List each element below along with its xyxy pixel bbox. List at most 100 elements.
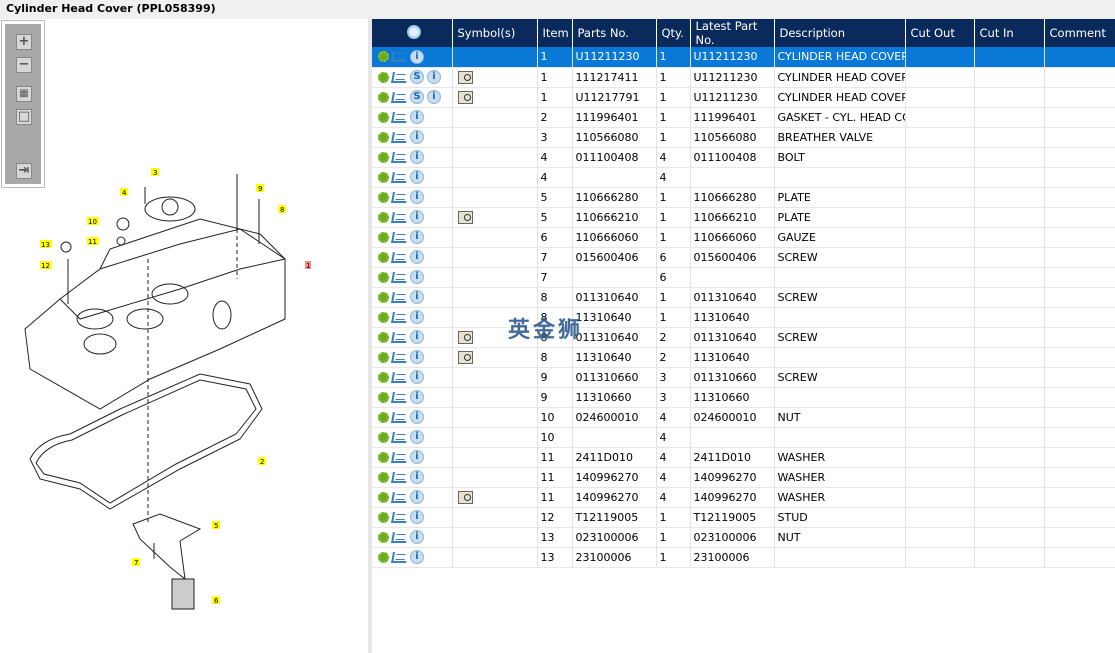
table-row[interactable]: i 7 6 xyxy=(372,267,1115,288)
info-icon[interactable]: i xyxy=(427,90,441,104)
gear-icon[interactable] xyxy=(378,551,389,563)
column-header-cut-in[interactable]: Cut In xyxy=(974,19,1045,47)
info-icon[interactable]: i xyxy=(410,270,424,284)
substitute-icon[interactable]: S xyxy=(410,90,424,104)
book-search-icon[interactable] xyxy=(457,90,473,104)
cart-icon[interactable] xyxy=(391,91,408,103)
info-icon[interactable]: i xyxy=(410,330,424,344)
gear-icon[interactable] xyxy=(378,231,389,243)
table-row[interactable]: i 4 011100408 4 011100408 BOLT xyxy=(372,147,1115,168)
info-icon[interactable]: i xyxy=(410,550,424,564)
cart-icon[interactable] xyxy=(391,171,408,183)
cart-icon[interactable] xyxy=(391,431,408,443)
book-search-icon[interactable] xyxy=(457,330,473,344)
info-icon[interactable]: i xyxy=(410,370,424,384)
info-icon[interactable]: i xyxy=(410,410,424,424)
cart-icon[interactable] xyxy=(391,351,408,363)
info-icon[interactable]: i xyxy=(410,290,424,304)
table-row[interactable]: i 1 U11211230 1 U11211230 CYLINDER HEAD CO… xyxy=(372,47,1115,68)
info-icon[interactable]: i xyxy=(410,230,424,244)
gear-icon[interactable] xyxy=(378,111,389,123)
table-row[interactable]: i 13 23100006 1 23100006 xyxy=(372,547,1115,568)
info-icon[interactable]: i xyxy=(410,150,424,164)
gear-icon[interactable] xyxy=(378,431,389,443)
info-icon[interactable]: i xyxy=(410,130,424,144)
diagram-panel[interactable]: + − ▦ □ ⇥ 3 4 9 8 10 11 13 12 1 2 5 7 6 xyxy=(0,19,368,653)
table-row[interactable]: i 8 011310640 1 011310640 SCREW xyxy=(372,287,1115,308)
cart-icon[interactable] xyxy=(391,211,408,223)
gear-icon[interactable] xyxy=(378,131,389,143)
table-row[interactable]: i 4 4 xyxy=(372,167,1115,188)
cart-icon[interactable] xyxy=(391,311,408,323)
cart-icon[interactable] xyxy=(391,271,408,283)
cart-icon[interactable] xyxy=(391,471,408,483)
table-row[interactable]: i 9 011310660 3 011310660 SCREW xyxy=(372,367,1115,388)
table-row[interactable]: i 9 11310660 3 11310660 xyxy=(372,387,1115,408)
gear-icon[interactable] xyxy=(378,371,389,383)
gear-icon[interactable] xyxy=(378,331,389,343)
info-icon[interactable]: i xyxy=(427,70,441,84)
table-row[interactable]: i 11 2411D010 4 2411D010 WASHER xyxy=(372,447,1115,468)
info-icon[interactable]: i xyxy=(410,250,424,264)
table-row[interactable]: i 7 015600406 6 015600406 SCREW xyxy=(372,247,1115,268)
gear-icon[interactable] xyxy=(378,451,389,463)
cart-icon[interactable] xyxy=(391,71,408,83)
gear-icon[interactable] xyxy=(378,511,389,523)
table-row[interactable]: i 12 T12119005 1 T12119005 STUD xyxy=(372,507,1115,528)
info-icon[interactable]: i xyxy=(410,350,424,364)
gear-icon[interactable] xyxy=(378,171,389,183)
cart-icon[interactable] xyxy=(391,371,408,383)
table-row[interactable]: i 11 140996270 4 140996270 WASHER xyxy=(372,487,1115,508)
cart-icon[interactable] xyxy=(391,531,408,543)
cart-icon[interactable] xyxy=(391,251,408,263)
cart-icon[interactable] xyxy=(391,51,408,63)
table-row[interactable]: i 5 110666280 1 110666280 PLATE xyxy=(372,187,1115,208)
column-header-parts-no[interactable]: Parts No. xyxy=(572,19,657,47)
info-icon[interactable]: i xyxy=(410,390,424,404)
cart-icon[interactable] xyxy=(391,511,408,523)
column-header-icons[interactable] xyxy=(372,19,453,47)
column-header-comment[interactable]: Comment xyxy=(1044,19,1115,47)
substitute-icon[interactable]: S xyxy=(410,70,424,84)
cart-icon[interactable] xyxy=(391,331,408,343)
gear-icon[interactable] xyxy=(378,151,389,163)
cart-icon[interactable] xyxy=(391,191,408,203)
info-icon[interactable]: i xyxy=(410,430,424,444)
gear-icon[interactable] xyxy=(378,471,389,483)
gear-icon[interactable] xyxy=(378,291,389,303)
gear-icon[interactable] xyxy=(378,51,389,63)
column-header-latest-part-no[interactable]: Latest Part No. xyxy=(690,19,775,47)
info-icon[interactable]: i xyxy=(410,210,424,224)
cart-icon[interactable] xyxy=(391,111,408,123)
info-icon[interactable]: i xyxy=(410,110,424,124)
table-row[interactable]: Si 1 111217411 1 U11211230 CYLINDER HEAD C… xyxy=(372,67,1115,88)
gear-icon[interactable] xyxy=(378,71,389,83)
info-icon[interactable]: i xyxy=(410,490,424,504)
gear-icon[interactable] xyxy=(378,191,389,203)
gear-icon[interactable] xyxy=(378,491,389,503)
table-row[interactable]: i 13 023100006 1 023100006 NUT xyxy=(372,527,1115,548)
book-search-icon[interactable] xyxy=(457,490,473,504)
gear-icon[interactable] xyxy=(378,391,389,403)
table-row[interactable]: i 8 11310640 2 11310640 xyxy=(372,347,1115,368)
gear-icon[interactable] xyxy=(378,531,389,543)
info-icon[interactable]: i xyxy=(410,530,424,544)
info-icon[interactable]: i xyxy=(410,510,424,524)
info-icon[interactable]: i xyxy=(410,170,424,184)
gear-icon[interactable] xyxy=(378,411,389,423)
info-icon[interactable]: i xyxy=(410,470,424,484)
cart-icon[interactable] xyxy=(391,291,408,303)
info-icon[interactable]: i xyxy=(410,310,424,324)
cart-icon[interactable] xyxy=(391,451,408,463)
gear-icon[interactable] xyxy=(378,91,389,103)
gear-icon[interactable] xyxy=(378,271,389,283)
table-row[interactable]: i 6 110666060 1 110666060 GAUZE xyxy=(372,227,1115,248)
gear-icon[interactable] xyxy=(378,251,389,263)
gear-icon[interactable] xyxy=(378,211,389,223)
cart-icon[interactable] xyxy=(391,131,408,143)
column-header-qty[interactable]: Qty. xyxy=(656,19,691,47)
column-header-description[interactable]: Description xyxy=(774,19,906,47)
gear-icon[interactable] xyxy=(378,311,389,323)
table-row[interactable]: Si 1 U11217791 1 U11211230 CYLINDER HEAD C… xyxy=(372,87,1115,108)
book-search-icon[interactable] xyxy=(457,210,473,224)
